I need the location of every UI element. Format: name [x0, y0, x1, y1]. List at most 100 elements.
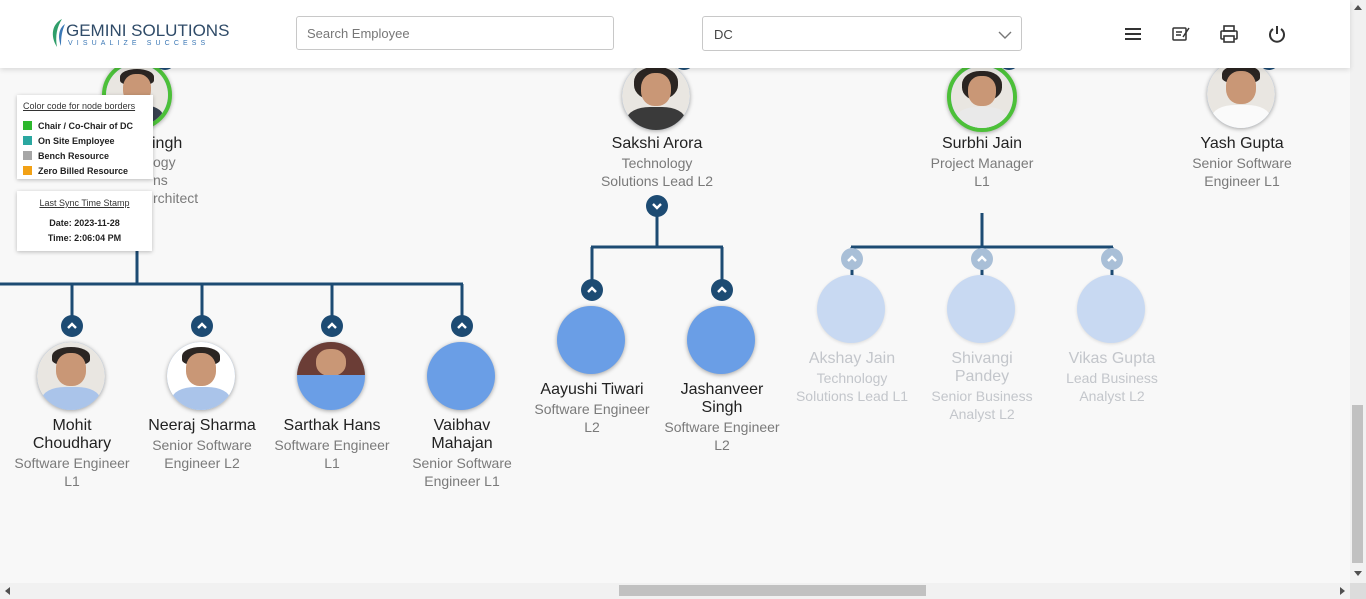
- employee-designation: Solutions Lead L2: [600, 173, 714, 189]
- avatar: [947, 275, 1015, 343]
- print-icon[interactable]: [1219, 24, 1239, 44]
- sync-title: Last Sync Time Stamp: [39, 198, 130, 208]
- employee-designation: Engineer L2: [164, 455, 240, 471]
- employee-name: Neeraj Sharma: [148, 417, 256, 434]
- employee-name: Shivangi: [951, 350, 1013, 367]
- menu-icon[interactable]: [1123, 24, 1143, 44]
- chevron-up-icon: [587, 286, 597, 293]
- vertical-scroll-thumb[interactable]: [1352, 405, 1363, 563]
- employee-photo: [622, 62, 690, 130]
- avatar: [37, 342, 105, 410]
- employee-designation: Senior Software: [152, 437, 252, 453]
- employee-designation: rchitect: [153, 190, 199, 206]
- employee-designation: Technology: [816, 370, 888, 386]
- org-node-yash-gupta[interactable]: Yash Gupta Senior Software Engineer L1: [1172, 58, 1312, 198]
- chevron-down-icon: [998, 31, 1012, 39]
- collapse-toggle[interactable]: [321, 315, 343, 337]
- employee-designation: ns: [153, 172, 168, 188]
- horizontal-scrollbar[interactable]: [0, 583, 1350, 599]
- org-node-vaibhav-mahajan[interactable]: Vaibhav Mahajan Senior Software Engineer…: [392, 340, 532, 490]
- vertical-scrollbar[interactable]: [1350, 0, 1366, 583]
- chevron-up-icon: [197, 322, 207, 329]
- employee-photo: [1207, 60, 1275, 128]
- employee-name: Choudhary: [32, 435, 112, 452]
- scrollbar-corner: [1350, 583, 1366, 599]
- collapse-toggle[interactable]: [61, 315, 83, 337]
- employee-designation: Project Manager: [930, 155, 1034, 171]
- legend-item: Bench Resource: [23, 151, 109, 161]
- org-node-sakshi-arora[interactable]: Sakshi Arora Technology Solutions Lead L…: [587, 58, 727, 198]
- notes-icon[interactable]: [1171, 24, 1191, 44]
- org-node-shivangi-pandey[interactable]: Shivangi Pandey Senior Business Analyst …: [912, 273, 1052, 423]
- scroll-up-arrow-icon[interactable]: [1350, 2, 1366, 14]
- org-node-neeraj-sharma[interactable]: Neeraj Sharma Senior Software Engineer L…: [132, 340, 272, 490]
- scroll-left-arrow-icon[interactable]: [2, 583, 14, 599]
- scroll-down-arrow-icon[interactable]: [1350, 568, 1366, 580]
- org-node-jashanveer-singh[interactable]: Jashanveer Singh Software Engineer L2: [652, 304, 792, 454]
- employee-designation: Software Engineer: [14, 455, 130, 471]
- employee-designation: L1: [64, 473, 80, 489]
- employee-designation: Senior Business: [931, 388, 1033, 404]
- employee-name: Vaibhav: [433, 417, 491, 434]
- employee-designation: Software Engineer: [534, 401, 650, 417]
- org-node-vikas-gupta[interactable]: Vikas Gupta Lead Business Analyst L2: [1042, 273, 1182, 423]
- org-node-mohit-choudhary[interactable]: Mohit Choudhary Software Engineer L1: [2, 340, 142, 490]
- employee-designation: Senior Software: [412, 455, 512, 471]
- legend-item: On Site Employee: [23, 136, 115, 146]
- employee-name: Sarthak Hans: [283, 417, 381, 434]
- org-node-sarthak-hans[interactable]: Sarthak Hans Software Engineer L1: [262, 340, 402, 490]
- collapse-toggle[interactable]: [191, 315, 213, 337]
- employee-designation: Analyst L2: [949, 406, 1015, 422]
- org-node-surbhi-jain[interactable]: Surbhi Jain Project Manager L1: [912, 58, 1052, 198]
- employee-name: Vikas Gupta: [1068, 350, 1156, 367]
- logo-leaf-icon: [52, 19, 65, 47]
- chevron-down-icon: [652, 203, 662, 210]
- collapse-toggle[interactable]: [581, 279, 603, 301]
- chevron-up-icon: [717, 286, 727, 293]
- top-header: GEMINI SOLUTIONS VISUALIZE SUCCESS DC: [0, 0, 1350, 68]
- scroll-right-arrow-icon[interactable]: [1336, 583, 1348, 599]
- employee-name: Pandey: [954, 368, 1010, 385]
- border-color-legend: Color code for node borders Chair / Co-C…: [17, 95, 153, 179]
- avatar: [622, 62, 690, 130]
- employee-name: Aayushi Tiwari: [540, 381, 644, 398]
- expand-toggle[interactable]: [646, 195, 668, 217]
- chevron-up-icon: [67, 322, 77, 329]
- legend-swatch: [23, 166, 32, 175]
- collapse-toggle[interactable]: [711, 279, 733, 301]
- horizontal-scroll-thumb[interactable]: [619, 585, 926, 596]
- employee-name: ingh: [152, 135, 183, 152]
- collapse-toggle[interactable]: [451, 315, 473, 337]
- legend-swatch: [23, 121, 32, 130]
- dc-select[interactable]: DC: [702, 16, 1022, 51]
- employee-name: Akshay Jain: [808, 350, 896, 367]
- employee-designation: L1: [324, 455, 340, 471]
- avatar: [947, 62, 1017, 132]
- avatar: [167, 342, 235, 410]
- search-employee-input[interactable]: [296, 16, 614, 50]
- org-chart-canvas: ingh ogy ns rchitect Sakshi Arora Techno…: [0, 0, 1350, 583]
- avatar: [1077, 275, 1145, 343]
- legend-swatch: [23, 151, 32, 160]
- employee-designation: Analyst L2: [1079, 388, 1145, 404]
- company-logo[interactable]: GEMINI SOLUTIONS VISUALIZE SUCCESS: [48, 18, 229, 50]
- sync-time: Time: 2:06:04 PM: [47, 233, 122, 243]
- legend-swatch: [23, 136, 32, 145]
- collapse-toggle[interactable]: [841, 248, 863, 270]
- legend-title: Color code for node borders: [23, 101, 136, 111]
- collapse-toggle[interactable]: [971, 248, 993, 270]
- org-node-akshay-jain[interactable]: Akshay Jain Technology Solutions Lead L1: [782, 273, 922, 423]
- employee-name: Mohit: [52, 417, 92, 434]
- employee-designation: Engineer L1: [1204, 173, 1280, 189]
- avatar: [817, 275, 885, 343]
- power-icon[interactable]: [1267, 24, 1287, 44]
- employee-photo: [951, 66, 1013, 128]
- collapse-toggle[interactable]: [1101, 248, 1123, 270]
- org-node-aayushi-tiwari[interactable]: Aayushi Tiwari Software Engineer L2: [522, 304, 662, 454]
- avatar: [1207, 60, 1275, 128]
- employee-designation: Senior Software: [1192, 155, 1292, 171]
- employee-photo: [297, 342, 365, 410]
- employee-designation: Technology: [621, 155, 693, 171]
- legend-item: Chair / Co-Chair of DC: [23, 121, 133, 131]
- chevron-up-icon: [977, 255, 987, 262]
